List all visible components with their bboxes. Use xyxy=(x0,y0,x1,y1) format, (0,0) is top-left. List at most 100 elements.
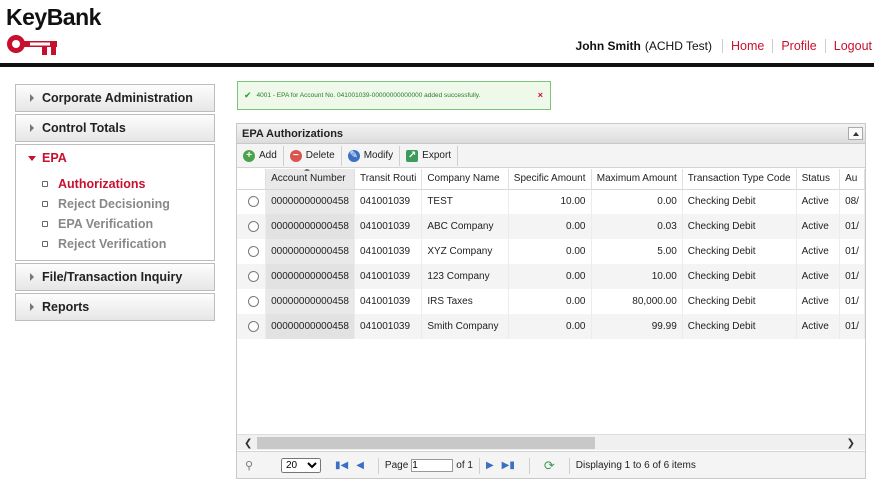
table-row[interactable]: 00000000000458 041001039 123 Company 0.00 10… xyxy=(237,264,865,289)
column-header-company-name[interactable]: Company Name xyxy=(421,169,509,190)
epa-authorizations-table: Account Number Transit Routi Company Nam… xyxy=(237,169,865,339)
next-page-icon[interactable]: ▶ xyxy=(486,460,494,471)
app-header: KeyBank John Smith (ACHD Test) Home Prof… xyxy=(0,0,874,63)
transaction-type-cell: Checking Debit xyxy=(682,189,797,214)
sidebar-item-control-totals[interactable]: Control Totals xyxy=(15,114,215,142)
scroll-left-icon[interactable]: ❮ xyxy=(244,438,252,449)
header-divider xyxy=(0,63,874,67)
refresh-icon[interactable]: ⟳ xyxy=(544,458,555,474)
company-name-cell: TEST xyxy=(421,189,509,214)
specific-amount-cell: 0.00 xyxy=(508,264,592,289)
column-header-maximum-amount[interactable]: Maximum Amount xyxy=(591,169,683,190)
bullet-icon xyxy=(42,181,48,187)
sidebar-subitem-reject-decisioning[interactable]: Reject Decisioning xyxy=(16,194,214,214)
maximum-amount-cell: 80,000.00 xyxy=(591,289,683,314)
table-row[interactable]: 00000000000458 041001039 XYZ Company 0.00 5.… xyxy=(237,239,865,264)
sidebar-subitem-label: Reject Verification xyxy=(58,237,167,251)
column-header-specific-amount[interactable]: Specific Amount xyxy=(508,169,592,190)
company-name-cell: IRS Taxes xyxy=(421,289,509,314)
row-select-radio[interactable] xyxy=(248,221,259,232)
search-icon[interactable]: ⚲ xyxy=(245,459,259,473)
bullet-icon xyxy=(42,221,48,227)
select-column-header xyxy=(237,169,267,190)
maximum-amount-cell: 5.00 xyxy=(591,239,683,264)
delete-button[interactable]: − Delete xyxy=(288,145,342,166)
scrollbar-thumb[interactable] xyxy=(257,437,595,449)
bullet-icon xyxy=(42,241,48,247)
auth-cell: 08/ xyxy=(839,189,865,214)
maximum-amount-cell: 10.00 xyxy=(591,264,683,289)
collapse-panel-button[interactable] xyxy=(848,127,863,140)
close-message-button[interactable]: × xyxy=(538,90,543,100)
table-row[interactable]: 00000000000458 041001039 TEST 10.00 0.00 Chec… xyxy=(237,189,865,214)
grid-pager: ⚲ 20 ▮◀ ◀ Page of 1 ▶ ▶▮ ⟳ Displaying 1 … xyxy=(237,451,865,478)
row-select-radio[interactable] xyxy=(248,196,259,208)
pager-separator xyxy=(478,457,480,474)
export-button-label: Export xyxy=(422,150,452,161)
column-header-transaction-type-code[interactable]: Transaction Type Code xyxy=(682,169,797,190)
epa-authorizations-panel: EPA Authorizations + Add − Delete ✎ Modi… xyxy=(236,123,866,479)
caret-down-icon xyxy=(28,155,36,161)
sidebar-item-file-transaction-inquiry[interactable]: File/Transaction Inquiry xyxy=(15,263,215,291)
column-header-transit-routing[interactable]: Transit Routi xyxy=(354,169,423,190)
column-header-auth[interactable]: Au xyxy=(839,169,865,190)
row-select-cell xyxy=(237,214,267,239)
add-button[interactable]: + Add xyxy=(241,145,284,166)
scroll-right-icon[interactable]: ❯ xyxy=(847,438,855,449)
auth-cell: 01/ xyxy=(839,314,865,339)
table-row[interactable]: 00000000000458 041001039 ABC Company 0.00 0.… xyxy=(237,214,865,239)
company-name-cell: XYZ Company xyxy=(421,239,509,264)
sidebar-subitem-authorizations[interactable]: Authorizations xyxy=(16,174,214,194)
column-header-account-number[interactable]: Account Number xyxy=(265,169,355,190)
delete-button-label: Delete xyxy=(305,150,335,161)
sidebar-item-label: EPA xyxy=(42,151,67,165)
sidebar-subitem-label: EPA Verification xyxy=(58,217,154,231)
export-button[interactable]: ↗ Export xyxy=(404,145,459,166)
home-link[interactable]: Home xyxy=(721,39,772,53)
sidebar-subitem-label: Reject Decisioning xyxy=(58,197,170,211)
table-row[interactable]: 00000000000458 041001039 Smith Company 0.00… xyxy=(237,314,865,339)
logout-link[interactable]: Logout xyxy=(824,39,874,53)
sidebar-item-corporate-administration[interactable]: Corporate Administration xyxy=(15,84,215,112)
previous-page-icon[interactable]: ◀ xyxy=(356,460,364,471)
page-number-input[interactable] xyxy=(411,459,454,472)
add-button-label: Add xyxy=(259,150,277,161)
transit-routing-cell: 041001039 xyxy=(354,189,423,214)
horizontal-scrollbar[interactable]: ❮ ❯ xyxy=(237,434,865,450)
sidebar-subitem-epa-verification[interactable]: EPA Verification xyxy=(16,214,214,234)
table-header-row: Account Number Transit Routi Company Nam… xyxy=(237,169,865,190)
row-select-radio[interactable] xyxy=(248,296,259,307)
row-select-radio[interactable] xyxy=(248,321,259,332)
caret-right-icon xyxy=(30,124,34,132)
profile-link[interactable]: Profile xyxy=(772,39,824,53)
page-size-select[interactable]: 20 xyxy=(281,458,321,473)
pager-separator xyxy=(568,457,570,474)
last-page-icon[interactable]: ▶▮ xyxy=(502,460,515,471)
page-count: of 1 xyxy=(456,460,473,471)
pager-display-text: Displaying 1 to 6 of 6 items xyxy=(575,460,696,471)
auth-cell: 01/ xyxy=(839,264,865,289)
user-area: John Smith (ACHD Test) Home Profile Logo… xyxy=(576,38,874,54)
row-select-cell xyxy=(237,264,267,289)
account-number-cell: 00000000000458 xyxy=(265,214,355,239)
sidebar-item-label: Reports xyxy=(42,300,90,314)
row-select-radio[interactable] xyxy=(248,246,259,257)
row-select-cell xyxy=(237,189,267,214)
sidebar-item-epa[interactable]: EPA xyxy=(16,150,214,166)
pager-separator xyxy=(377,457,379,474)
sidebar-item-reports[interactable]: Reports xyxy=(15,293,215,321)
specific-amount-cell: 0.00 xyxy=(508,214,592,239)
modify-button[interactable]: ✎ Modify xyxy=(346,145,401,166)
export-icon: ↗ xyxy=(406,149,419,162)
sidebar-subitem-reject-verification[interactable]: Reject Verification xyxy=(16,234,214,254)
transaction-type-cell: Checking Debit xyxy=(682,264,797,289)
pencil-icon: ✎ xyxy=(347,149,360,162)
table-row[interactable]: 00000000000458 041001039 IRS Taxes 0.00 80,0… xyxy=(237,289,865,314)
column-header-status[interactable]: Status xyxy=(796,169,841,190)
row-select-radio[interactable] xyxy=(248,271,259,282)
success-message-text: 4001 - EPA for Account No. 041001039-000… xyxy=(256,92,481,99)
bullet-icon xyxy=(42,201,48,207)
page-label: Page xyxy=(384,460,409,471)
first-page-icon[interactable]: ▮◀ xyxy=(335,460,348,471)
auth-cell: 01/ xyxy=(839,239,865,264)
